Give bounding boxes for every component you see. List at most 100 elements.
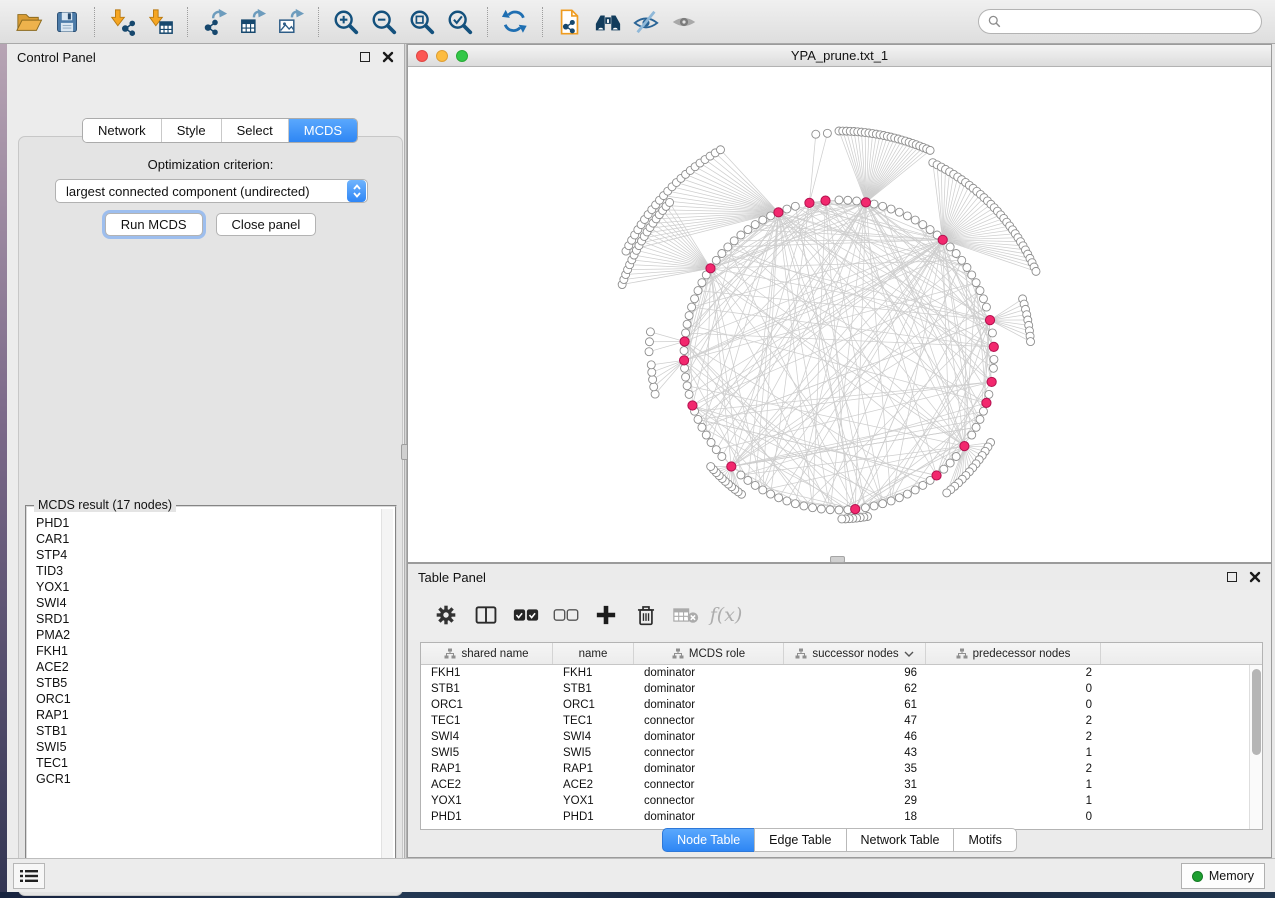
- network-edge[interactable]: [990, 309, 1025, 320]
- refresh-button[interactable]: [496, 4, 534, 40]
- mcds-result-item[interactable]: PMA2: [31, 627, 379, 643]
- delete-column-button[interactable]: [626, 595, 666, 635]
- deselect-all-rows-button[interactable]: [546, 595, 586, 635]
- network-hub-node[interactable]: [938, 235, 947, 244]
- network-node[interactable]: [835, 196, 843, 204]
- network-node[interactable]: [680, 347, 688, 355]
- tab-select[interactable]: Select: [221, 119, 288, 142]
- mcds-result-item[interactable]: FKH1: [31, 643, 379, 659]
- network-node[interactable]: [979, 295, 987, 303]
- network-node[interactable]: [737, 231, 745, 239]
- mcds-result-item[interactable]: RAP1: [31, 707, 379, 723]
- column-header-shared-name[interactable]: shared name: [421, 643, 553, 664]
- tab-style[interactable]: Style: [161, 119, 221, 142]
- network-node[interactable]: [751, 481, 759, 489]
- mcds-result-item[interactable]: ACE2: [31, 659, 379, 675]
- network-node[interactable]: [844, 196, 852, 204]
- network-node[interactable]: [895, 208, 903, 216]
- column-header-predecessor-nodes[interactable]: predecessor nodes: [926, 643, 1101, 664]
- tab-mcds[interactable]: MCDS: [288, 119, 357, 142]
- tab-motifs[interactable]: Motifs: [953, 828, 1016, 852]
- tab-node-table[interactable]: Node Table: [662, 828, 755, 852]
- network-hub-node[interactable]: [821, 196, 830, 205]
- network-edge[interactable]: [654, 360, 684, 386]
- network-edge[interactable]: [778, 212, 882, 503]
- hide-selected-button[interactable]: [627, 4, 665, 40]
- network-node[interactable]: [791, 202, 799, 210]
- column-header-name[interactable]: name: [553, 643, 634, 664]
- network-node[interactable]: [645, 348, 653, 356]
- network-node[interactable]: [926, 146, 934, 154]
- delete-table-button[interactable]: [666, 595, 706, 635]
- close-panel-icon[interactable]: [382, 51, 394, 63]
- task-history-button[interactable]: [13, 863, 45, 889]
- network-node[interactable]: [682, 329, 690, 337]
- network-node[interactable]: [651, 390, 659, 398]
- network-node[interactable]: [791, 500, 799, 508]
- network-node[interactable]: [823, 129, 831, 137]
- network-node[interactable]: [1032, 267, 1040, 275]
- export-table-button[interactable]: [234, 4, 272, 40]
- mcds-result-item[interactable]: CAR1: [31, 531, 379, 547]
- network-node[interactable]: [688, 303, 696, 311]
- network-node[interactable]: [946, 459, 954, 467]
- network-edge[interactable]: [687, 386, 964, 446]
- network-node[interactable]: [698, 423, 706, 431]
- network-node[interactable]: [861, 504, 869, 512]
- network-node[interactable]: [879, 500, 887, 508]
- network-hub-node[interactable]: [932, 471, 941, 480]
- network-node[interactable]: [926, 226, 934, 234]
- table-row[interactable]: YOX1YOX1connector291: [421, 793, 1249, 809]
- network-hub-node[interactable]: [987, 377, 996, 386]
- network-node[interactable]: [712, 256, 720, 264]
- table-row[interactable]: FKH1FKH1dominator962: [421, 665, 1249, 681]
- network-hub-node[interactable]: [727, 462, 736, 471]
- network-hub-node[interactable]: [989, 342, 998, 351]
- network-node[interactable]: [691, 295, 699, 303]
- network-node[interactable]: [682, 373, 690, 381]
- network-node[interactable]: [767, 490, 775, 498]
- network-node[interactable]: [648, 368, 656, 376]
- network-node[interactable]: [870, 502, 878, 510]
- network-node[interactable]: [783, 497, 791, 505]
- network-node[interactable]: [702, 431, 710, 439]
- mcds-result-item[interactable]: SWI5: [31, 739, 379, 755]
- mcds-result-item[interactable]: PHD1: [31, 515, 379, 531]
- network-node[interactable]: [685, 390, 693, 398]
- close-panel-icon[interactable]: [1249, 571, 1261, 583]
- network-node[interactable]: [744, 226, 752, 234]
- network-edge[interactable]: [809, 133, 827, 203]
- network-node[interactable]: [730, 237, 738, 245]
- network-node[interactable]: [972, 423, 980, 431]
- network-node[interactable]: [759, 486, 767, 494]
- network-node[interactable]: [775, 494, 783, 502]
- network-node[interactable]: [718, 453, 726, 461]
- optimization-criterion-dropdown[interactable]: largest connected component (undirected): [55, 179, 368, 203]
- network-node[interactable]: [887, 497, 895, 505]
- float-panel-icon[interactable]: [360, 52, 370, 62]
- mcds-result-item[interactable]: TEC1: [31, 755, 379, 771]
- network-node[interactable]: [990, 355, 998, 363]
- mcds-result-scrollbar[interactable]: [381, 509, 393, 877]
- table-scrollbar-thumb[interactable]: [1252, 669, 1261, 755]
- network-node[interactable]: [707, 463, 715, 471]
- mcds-result-item[interactable]: SWI4: [31, 595, 379, 611]
- function-builder-button[interactable]: f(x): [706, 595, 746, 635]
- network-node[interactable]: [694, 287, 702, 295]
- network-node[interactable]: [946, 243, 954, 251]
- network-node[interactable]: [838, 515, 846, 523]
- search-input[interactable]: [1006, 15, 1252, 29]
- network-node[interactable]: [683, 382, 691, 390]
- network-node[interactable]: [952, 249, 960, 257]
- network-node[interactable]: [1027, 338, 1035, 346]
- network-node[interactable]: [958, 256, 966, 264]
- network-node[interactable]: [712, 446, 720, 454]
- zoom-out-button[interactable]: [365, 4, 403, 40]
- network-node[interactable]: [650, 383, 658, 391]
- network-node[interactable]: [737, 471, 745, 479]
- network-node[interactable]: [982, 303, 990, 311]
- network-hub-node[interactable]: [680, 337, 689, 346]
- network-node[interactable]: [903, 490, 911, 498]
- import-network-button[interactable]: [103, 4, 141, 40]
- network-hub-node[interactable]: [774, 208, 783, 217]
